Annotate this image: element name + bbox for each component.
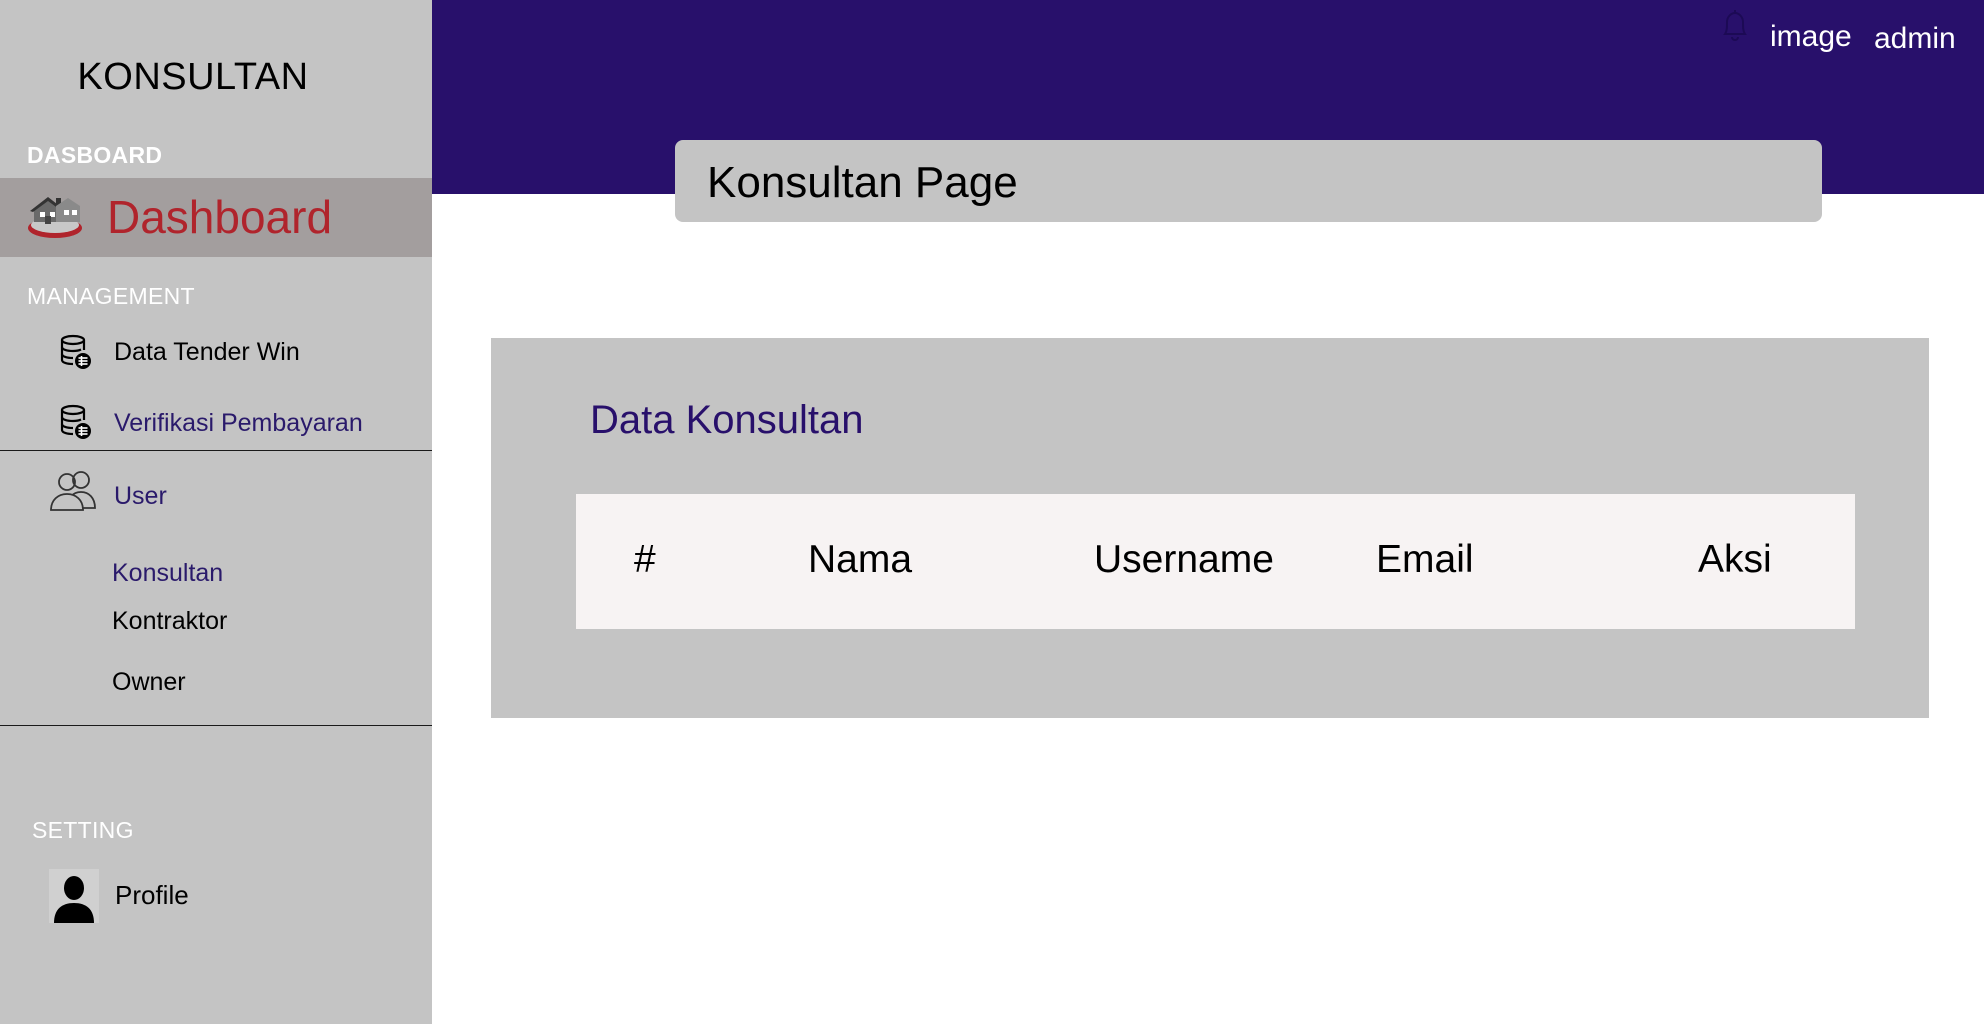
submenu-item-owner[interactable]: Owner [112, 668, 186, 697]
submenu-item-kontraktor[interactable]: Kontraktor [112, 607, 227, 636]
brand-title: KONSULTAN [77, 56, 309, 98]
data-card: Data Konsultan # Nama Username Email Aks… [491, 338, 1929, 718]
divider [0, 450, 432, 451]
section-label-management: MANAGEMENT [27, 283, 195, 309]
column-header-aksi: Aksi [1698, 538, 1772, 581]
sidebar-item-profile-label: Profile [115, 880, 189, 910]
page-title: Konsultan Page [707, 158, 1018, 207]
person-icon [49, 869, 99, 923]
section-label-setting: SETTING [32, 817, 134, 843]
database-icon [60, 404, 91, 439]
sidebar-item-dashboard-label: Dashboard [107, 191, 333, 243]
submenu-item-konsultan[interactable]: Konsultan [112, 559, 223, 588]
sidebar: KONSULTAN DASBOARD Dashboard MANAGEMENT [0, 0, 432, 1024]
database-icon [60, 334, 91, 369]
page-title-bar: Konsultan Page [675, 140, 1822, 222]
sidebar-item-verifikasi-pembayaran-label: Verifikasi Pembayaran [114, 409, 363, 437]
card-title: Data Konsultan [590, 398, 864, 442]
house-icon [28, 197, 82, 238]
section-label-dasboard: DASBOARD [27, 142, 163, 168]
divider [0, 725, 432, 726]
bell-icon[interactable] [1717, 6, 1753, 44]
data-table-header: # Nama Username Email Aksi [576, 494, 1855, 629]
column-header-username: Username [1094, 538, 1274, 581]
users-icon [50, 471, 96, 511]
column-header-email: Email [1376, 538, 1474, 581]
sidebar-item-user-label: User [114, 482, 167, 510]
column-header-nama: Nama [808, 538, 913, 581]
sidebar-item-dashboard[interactable]: Dashboard [0, 178, 432, 257]
header-user-name[interactable]: admin [1874, 22, 1956, 56]
column-header-number: # [634, 538, 656, 581]
header-image-placeholder: image [1770, 20, 1852, 53]
sidebar-item-data-tender-win-label: Data Tender Win [114, 338, 300, 366]
